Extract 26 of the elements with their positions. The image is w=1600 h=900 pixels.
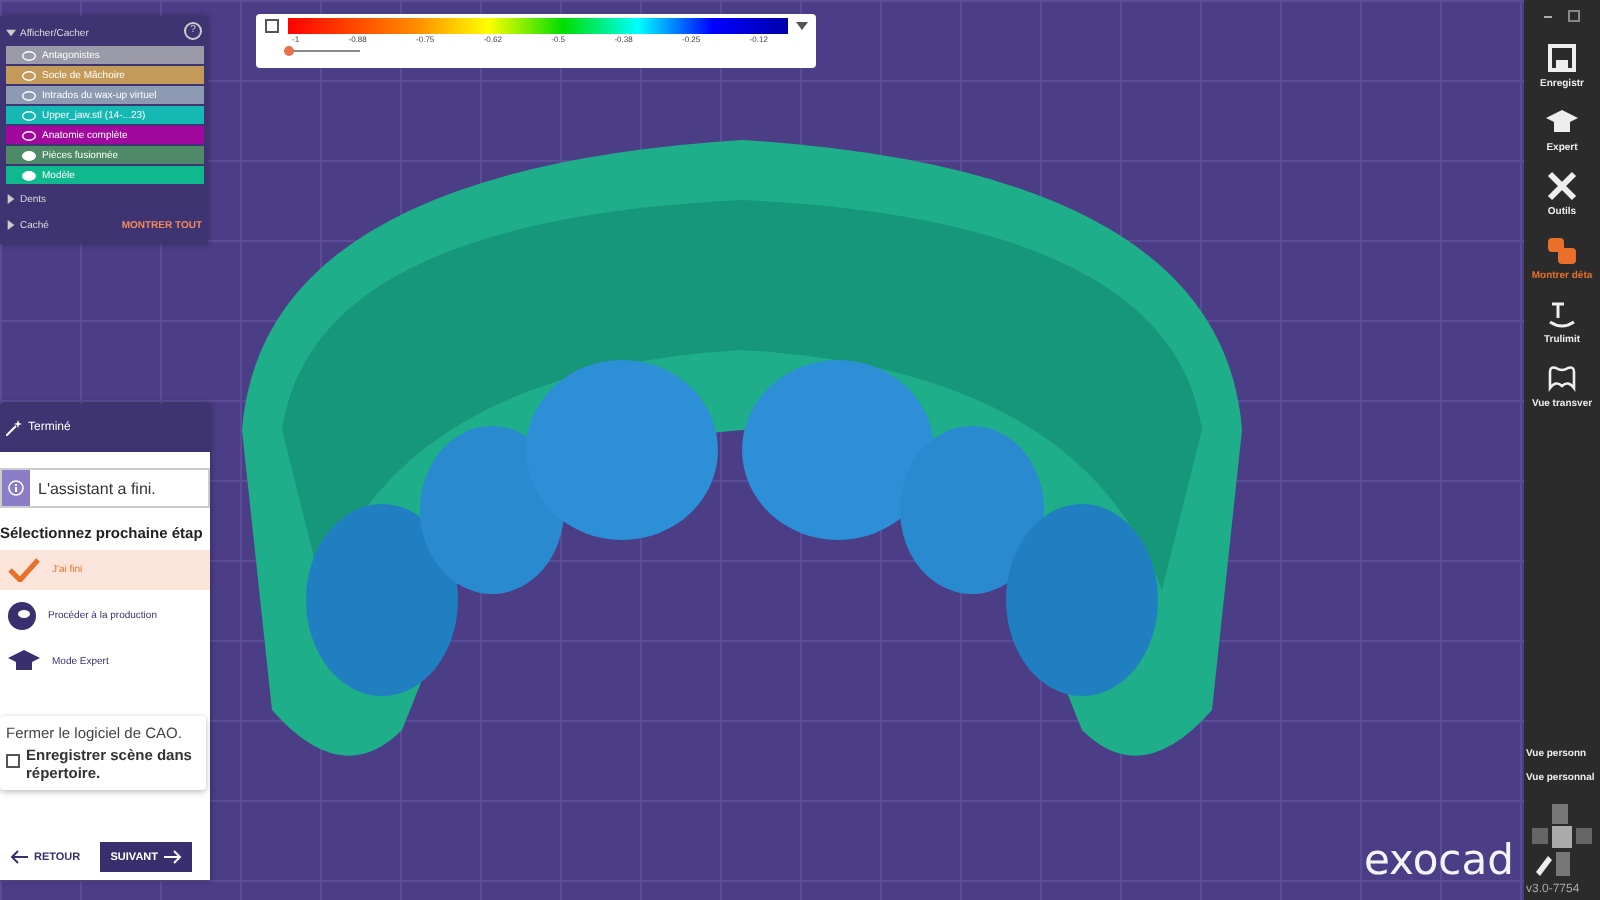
view-cube-icon[interactable] [1528,800,1596,880]
check-icon [8,558,40,582]
caret-icon[interactable] [6,220,16,230]
arrow-left-icon [10,850,28,864]
eye-outline-icon[interactable] [22,89,36,101]
wand-icon [6,420,22,436]
teeth-icon [1546,234,1578,266]
arrow-right-icon [164,850,182,864]
eye-outline-icon[interactable] [22,129,36,141]
eye-icon[interactable] [22,149,36,161]
info-icon [8,480,24,496]
caret-icon[interactable] [6,194,16,204]
tooth-outline-icon [1546,362,1578,394]
caret-icon[interactable] [6,28,16,38]
checkbox[interactable] [6,754,20,768]
brand-logo: exocad [1364,836,1514,884]
info-text: L'assistant a fini. [38,479,156,497]
pin-icon[interactable] [264,18,280,34]
eye-outline-icon[interactable] [22,49,36,61]
minimize-icon[interactable] [1544,15,1552,17]
slider-thumb[interactable] [283,46,294,56]
eye-icon[interactable] [22,169,36,181]
tru-icon [1546,298,1578,330]
caret-icon[interactable] [796,21,808,31]
save-icon [1546,42,1578,74]
restore-icon[interactable] [1568,10,1580,22]
